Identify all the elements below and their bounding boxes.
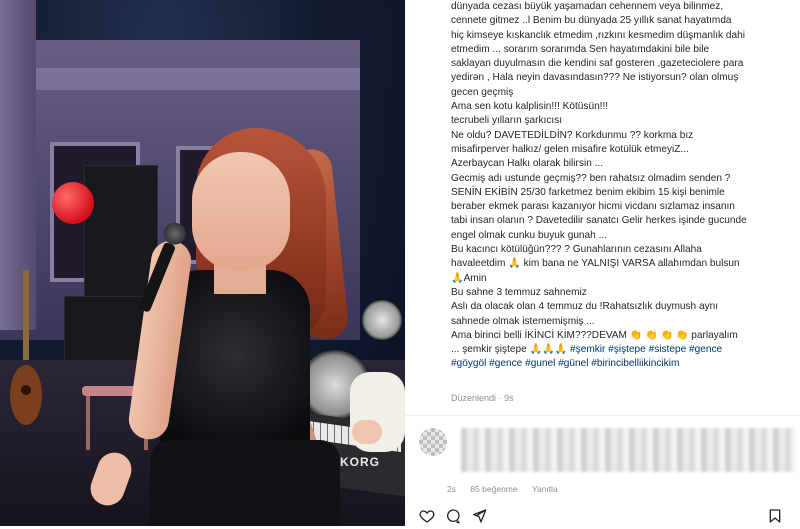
caption-line: yedirən , Hala neyin davasındasın??? Ne … bbox=[451, 72, 739, 84]
caption-line: etmedim ... sorarım sorarımda Sen hayatı… bbox=[451, 43, 710, 55]
caption-line: Aslı da olacak olan 4 temmuz du !Rahatsı… bbox=[451, 301, 719, 313]
caption-line: Ne oldu? DAVETEDİLDİN? Korkdunmu ?? kork… bbox=[451, 129, 694, 141]
reply-button[interactable]: Yanıtla bbox=[532, 484, 558, 494]
guitar bbox=[10, 270, 42, 425]
caption-line: cennete gitmez ..l Benim bu dünyada 25 y… bbox=[451, 15, 732, 27]
drum bbox=[362, 300, 402, 340]
caption-line: havaleetdim 🙏 kim bana ne YALNIŞI VARSA … bbox=[451, 258, 740, 270]
hashtag-link[interactable]: #şemkir #şiştepe #sistepe #gence bbox=[570, 344, 722, 355]
comment-meta: 2s 85 beğenme Yanıtla bbox=[447, 484, 570, 494]
caption-line: Gecmiş adı ustunde geçmiş?? ben rahatsız… bbox=[451, 172, 731, 184]
caption-line: Bu sahne 3 temmuz sahnemiz bbox=[451, 286, 587, 298]
caption-line: Ama birinci belli İKİNCİ KİM???DEVAM 👏 👏… bbox=[451, 329, 738, 341]
edited-timestamp: Düzenlendi · 9s bbox=[451, 393, 514, 403]
caption-line: dünyada cezası büyük yaşamadan cehennem … bbox=[451, 1, 724, 12]
caption-line: SENİN EKİBİN 25/30 farketmez benim ekibi… bbox=[451, 186, 725, 198]
caption-line: beraber ekmek parası kazanıyor hicmi vic… bbox=[451, 201, 735, 213]
hashtag-link[interactable]: #göygöl #gence #gunel #günel #birincibel… bbox=[451, 357, 795, 371]
comment-icon[interactable] bbox=[445, 508, 461, 524]
blurred-comment-text bbox=[461, 428, 795, 472]
caption-line: gecen geçmiş bbox=[451, 86, 514, 98]
post-actions-bar bbox=[419, 508, 799, 526]
caption-line: 🙏Amin bbox=[451, 272, 487, 284]
caption-line: tabi insan olanın ? Davetedilir sanatcı … bbox=[451, 215, 747, 227]
post-view: KORG dünyada cezası büyük yaşamadan cehe… bbox=[0, 0, 800, 526]
caption-line: tecrubeli yılların şarkıcısı bbox=[451, 115, 563, 127]
caption-text: ... şemkir şiştepe 🙏🙏🙏 bbox=[451, 344, 571, 356]
caption-line: hiç kimseye kıskanclık etmedim ,rızkını … bbox=[451, 29, 745, 41]
heart-icon[interactable] bbox=[419, 508, 435, 524]
red-balloon bbox=[52, 182, 94, 224]
singer-face bbox=[192, 152, 290, 270]
caption-line: Bu kacıncı kötülüğün??? ? Gunahlarının c… bbox=[451, 244, 702, 256]
musician-hand bbox=[352, 420, 382, 444]
post-caption: dünyada cezası büyük yaşamadan cehennem … bbox=[451, 0, 795, 372]
avatar[interactable] bbox=[419, 428, 447, 456]
comment-time: 2s bbox=[447, 484, 456, 494]
building-cornice bbox=[0, 68, 360, 90]
caption-line: saklayan duyulmasın die kendini saf gost… bbox=[451, 58, 744, 70]
post-photo: KORG bbox=[0, 0, 405, 526]
bookmark-icon[interactable] bbox=[767, 508, 783, 524]
divider bbox=[405, 415, 800, 416]
caption-hashtag-line: ... şemkir şiştepe 🙏🙏🙏 #şemkir #şiştepe … bbox=[451, 343, 795, 357]
share-icon[interactable] bbox=[471, 508, 487, 524]
caption-line: misafirperver halkız/ gelen misafire kot… bbox=[451, 143, 689, 155]
keyboard-brand-label: KORG bbox=[340, 455, 380, 469]
caption-line: engel olmak cunku buyuk gunah ... bbox=[451, 229, 607, 241]
caption-line: sahnede olmak istememişmiş ... bbox=[451, 315, 595, 327]
caption-line: Azerbaycan Halkı olarak bilirsin ... bbox=[451, 158, 604, 170]
post-side-panel: dünyada cezası büyük yaşamadan cehennem … bbox=[405, 0, 800, 526]
singer-skirt bbox=[150, 440, 340, 526]
caption-line: Ama sen kotu kalplisin!!! Kötüsün!!! bbox=[451, 101, 609, 113]
comment-item bbox=[419, 428, 799, 484]
comment-likes[interactable]: 85 beğenme bbox=[470, 484, 517, 494]
